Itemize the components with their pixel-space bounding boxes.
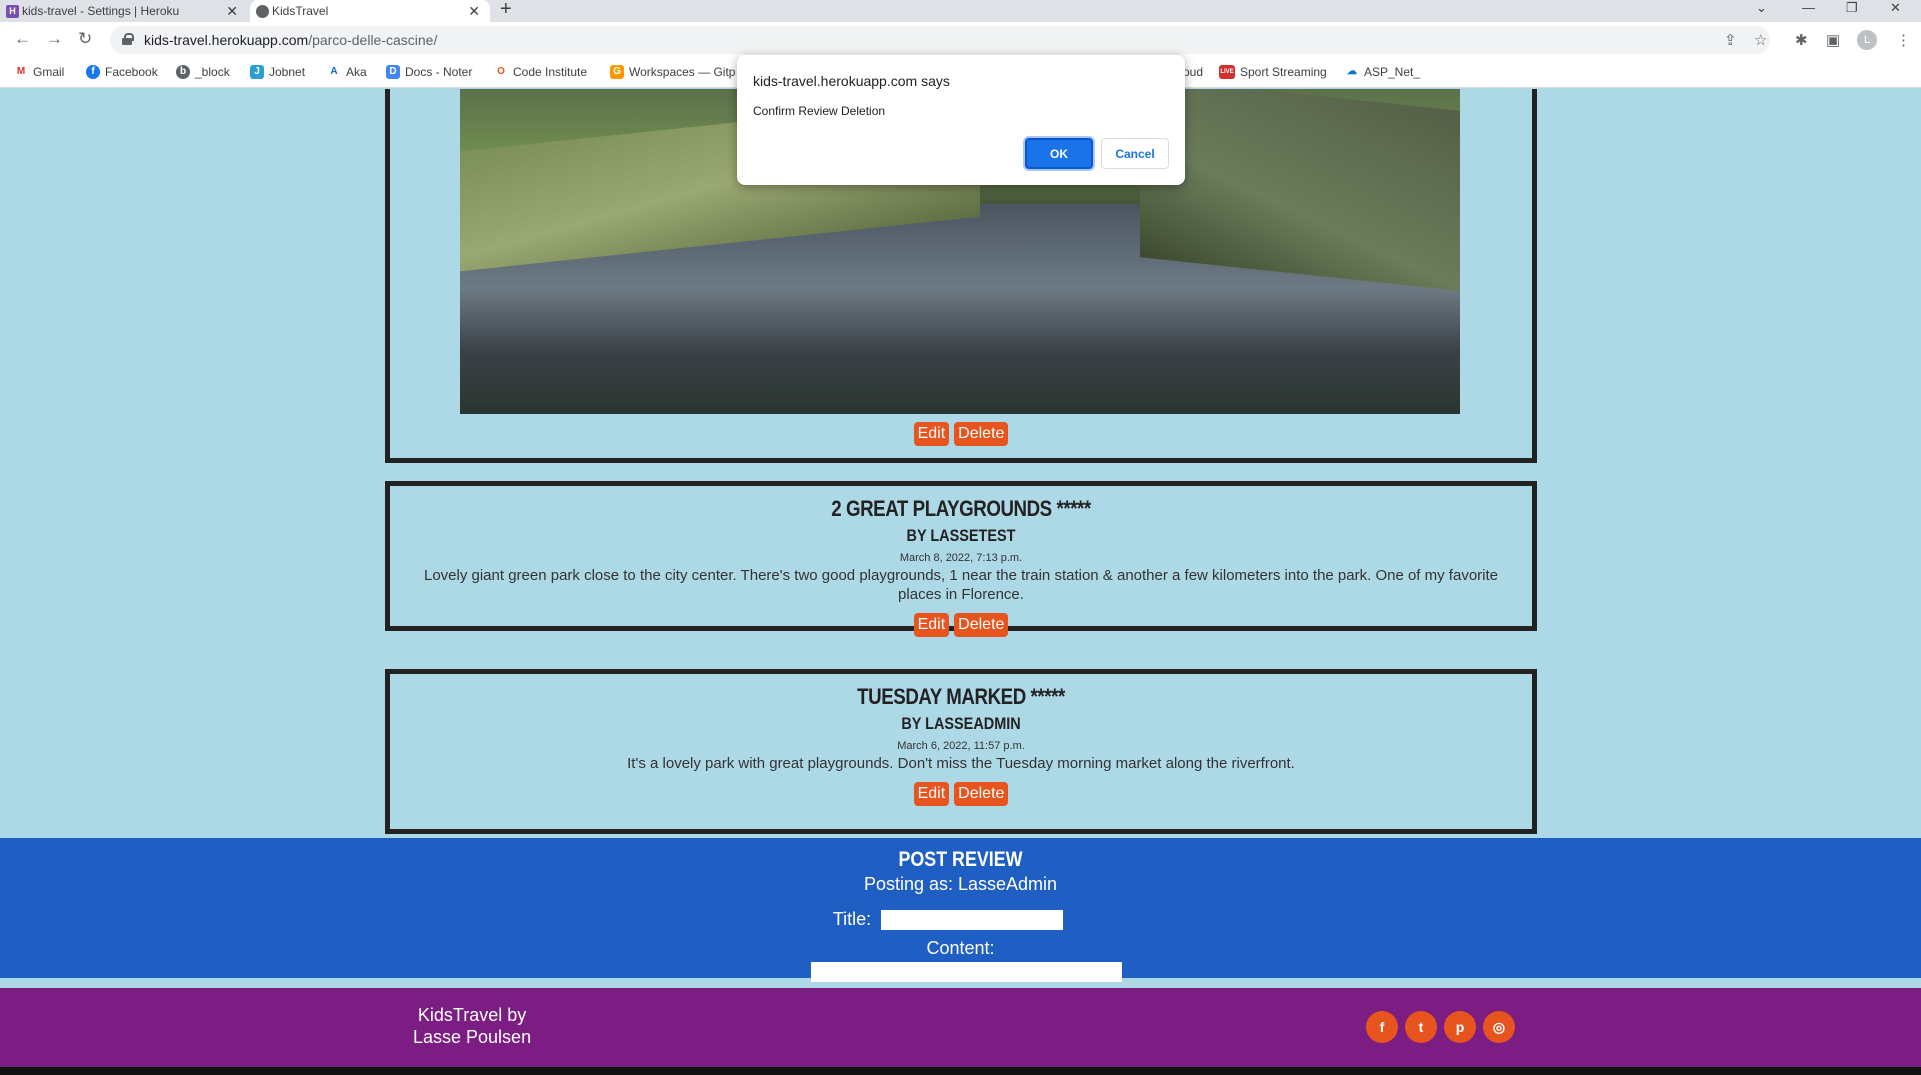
footer-brand: KidsTravel by Lasse Poulsen [413, 1004, 531, 1048]
restore-icon[interactable]: ❐ [1846, 0, 1858, 16]
review-author: BY LASSETEST [906, 526, 1016, 545]
edit-button[interactable]: Edit [913, 422, 950, 446]
gitpod-icon: G [610, 65, 624, 79]
page-content: Edit Delete 2 GREAT PLAYGROUNDS ***** BY… [0, 89, 1921, 1075]
title-row: Title: [0, 909, 1921, 930]
gmail-icon: M [14, 65, 28, 79]
pinterest-icon[interactable]: p [1444, 1011, 1476, 1043]
cancel-button[interactable]: Cancel [1101, 138, 1169, 169]
review-date: March 8, 2022, 7:13 p.m. [899, 552, 1023, 564]
lock-icon [122, 33, 134, 45]
review-date: March 6, 2022, 11:57 p.m. [897, 740, 1025, 752]
review-actions: Edit Delete [390, 613, 1532, 637]
extensions-icon[interactable]: ✱ [1795, 31, 1808, 49]
aka-icon: A [327, 65, 341, 79]
url-host: kids-travel.herokuapp.com [144, 32, 309, 48]
dialog-message: Confirm Review Deletion [753, 104, 886, 118]
new-tab-button[interactable]: + [500, 0, 512, 21]
review-content: It's a lovely park with great playground… [627, 755, 1295, 772]
review-title: 2 GREAT PLAYGROUNDS ***** [831, 496, 1091, 521]
post-review-section: POST REVIEW Posting as: LasseAdmin Title… [0, 838, 1921, 982]
bookmark-facebook[interactable]: f Facebook [86, 65, 158, 79]
cloud-icon: ☁ [1345, 65, 1359, 79]
title-label: Title: [832, 909, 872, 929]
review-author: BY LASSEADMIN [901, 714, 1021, 733]
tab-label: kids-travel - Settings | Heroku [22, 4, 180, 18]
share-icon[interactable]: ⇪ [1724, 31, 1737, 49]
tab-heroku-settings[interactable]: H kids-travel - Settings | Heroku ✕ [0, 0, 248, 22]
star-icon[interactable]: ☆ [1754, 31, 1767, 49]
review-card: TUESDAY MARKED ***** BY LASSEADMIN March… [385, 669, 1537, 834]
url-path: /parco-delle-cascine/ [308, 32, 438, 48]
live-icon: LIVE [1219, 65, 1235, 79]
content-textarea[interactable] [811, 962, 1122, 982]
bookmark-aka[interactable]: A Aka [327, 65, 367, 79]
ok-button[interactable]: OK [1025, 138, 1093, 169]
footer-brand-line: KidsTravel by [417, 1005, 527, 1025]
review-actions: Edit Delete [390, 422, 1532, 446]
forward-icon[interactable]: → [46, 29, 63, 49]
profile-avatar[interactable]: L [1857, 30, 1877, 50]
bookmark-docs-noter[interactable]: D Docs - Noter [386, 65, 472, 79]
dialog-title: kids-travel.herokuapp.com says [753, 73, 950, 89]
posting-as-label: Posting as: LasseAdmin [863, 874, 1058, 894]
globe-icon: b [176, 65, 190, 79]
right-riverbank [1140, 89, 1460, 291]
content-label: Content: [926, 938, 995, 958]
review-title: TUESDAY MARKED ***** [857, 684, 1065, 709]
docs-icon: D [386, 65, 400, 79]
facebook-icon[interactable]: f [1366, 1011, 1398, 1043]
bookmark-gmail[interactable]: M Gmail [14, 65, 64, 79]
review-content: Lovely giant green park close to the cit… [423, 567, 1498, 603]
bookmark-jobnet[interactable]: J Jobnet [250, 65, 305, 79]
title-input[interactable] [881, 909, 1064, 930]
instagram-icon[interactable]: ◎ [1483, 1011, 1515, 1043]
bookmark-workspaces[interactable]: G Workspaces — Gitp [610, 65, 735, 79]
facebook-icon: f [86, 65, 100, 79]
bookmark-code-institute[interactable]: O Code Institute [494, 65, 587, 79]
side-panel-icon[interactable]: ▣ [1826, 31, 1840, 49]
bookmark-cloud[interactable]: oud [1183, 65, 1203, 79]
reload-icon[interactable]: ↻ [78, 29, 92, 49]
address-bar[interactable]: kids-travel.herokuapp.com/parco-delle-ca… [110, 26, 1770, 54]
delete-button[interactable]: Delete [954, 613, 1009, 637]
confirm-dialog: kids-travel.herokuapp.com says Confirm R… [737, 55, 1185, 185]
back-icon[interactable]: ← [14, 29, 31, 49]
browser-toolbar: ← → ↻ kids-travel.herokuapp.com/parco-de… [0, 22, 1921, 58]
footer: KidsTravel by Lasse Poulsen f t p ◎ [0, 988, 1921, 1068]
bookmark-block[interactable]: b _block [176, 65, 230, 79]
footer-brand-line: Lasse Poulsen [413, 1027, 532, 1047]
tab-label: KidsTravel [272, 4, 329, 18]
tab-kidstravel[interactable]: KidsTravel ✕ [250, 0, 490, 22]
close-window-icon[interactable]: ✕ [1890, 0, 1901, 16]
bookmark-sport-streaming[interactable]: LIVE Sport Streaming [1219, 65, 1327, 79]
edit-button[interactable]: Edit [913, 613, 950, 637]
minimize-icon[interactable]: — [1802, 0, 1815, 15]
browser-tab-strip: H kids-travel - Settings | Heroku ✕ Kids… [0, 0, 1921, 22]
twitter-icon[interactable]: t [1405, 1011, 1437, 1043]
jobnet-icon: J [250, 65, 264, 79]
edit-button[interactable]: Edit [913, 782, 950, 806]
bookmark-asp-net[interactable]: ☁ ASP_Net_ [1345, 65, 1420, 79]
page-bottom-bar [0, 1067, 1921, 1075]
heroku-icon: H [6, 5, 19, 18]
close-icon[interactable]: ✕ [226, 3, 238, 20]
menu-icon[interactable]: ⋮ [1896, 31, 1911, 49]
code-institute-icon: O [494, 65, 508, 79]
delete-button[interactable]: Delete [954, 782, 1009, 806]
review-actions: Edit Delete [390, 782, 1532, 806]
chevron-down-icon[interactable]: ⌄ [1756, 0, 1767, 16]
review-card: 2 GREAT PLAYGROUNDS ***** BY LASSETEST M… [385, 481, 1537, 637]
delete-button[interactable]: Delete [954, 422, 1009, 446]
close-icon[interactable]: ✕ [468, 3, 480, 20]
post-review-heading: POST REVIEW [898, 848, 1023, 871]
globe-icon [256, 5, 269, 18]
